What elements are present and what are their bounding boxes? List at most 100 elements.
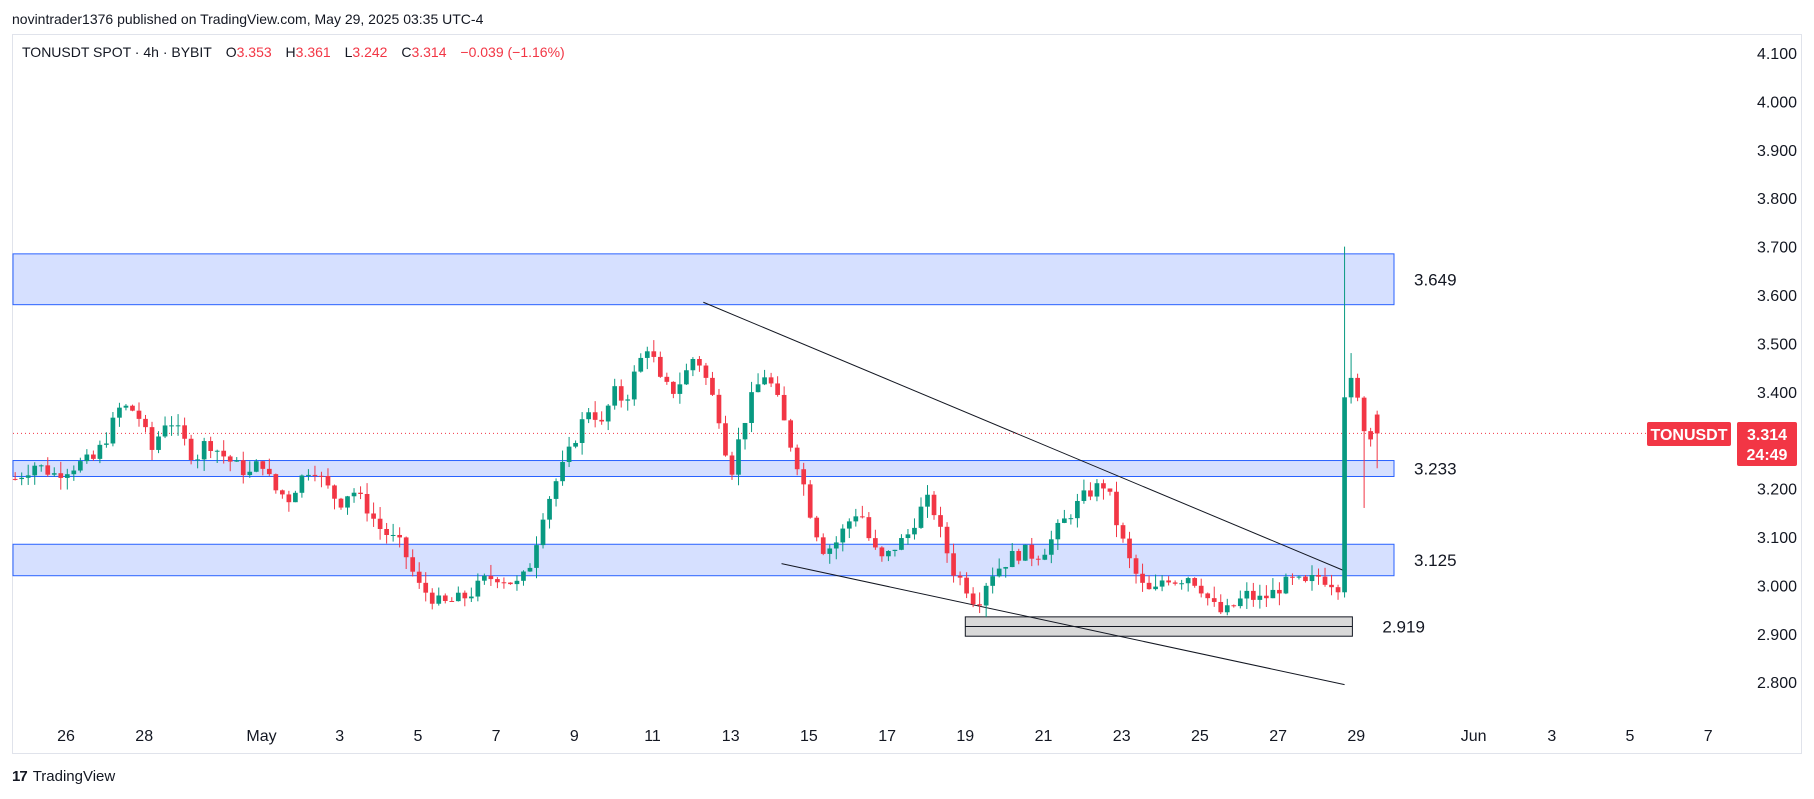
candle[interactable]: [149, 421, 155, 461]
candle[interactable]: [742, 422, 748, 450]
candle[interactable]: [1355, 373, 1360, 402]
candle[interactable]: [1231, 604, 1237, 608]
candle[interactable]: [110, 411, 116, 447]
candle[interactable]: [970, 587, 976, 608]
candle[interactable]: [1185, 576, 1191, 592]
candle[interactable]: [553, 478, 559, 507]
candle[interactable]: [188, 434, 194, 465]
candle[interactable]: [918, 497, 924, 529]
candle[interactable]: [1277, 582, 1282, 606]
candle[interactable]: [501, 577, 507, 589]
candle[interactable]: [1094, 479, 1100, 502]
candle[interactable]: [1244, 582, 1250, 610]
candle[interactable]: [143, 414, 148, 433]
candle[interactable]: [859, 505, 865, 519]
candle[interactable]: [631, 365, 637, 406]
candle[interactable]: [104, 432, 109, 448]
candle[interactable]: [77, 457, 83, 473]
candle[interactable]: [364, 483, 370, 522]
candle[interactable]: [853, 508, 859, 527]
candle[interactable]: [1218, 594, 1224, 615]
candle[interactable]: [912, 518, 917, 540]
candle[interactable]: [657, 351, 663, 378]
candle[interactable]: [1146, 575, 1152, 590]
candle[interactable]: [1198, 578, 1204, 598]
candle[interactable]: [644, 346, 650, 370]
candle[interactable]: [332, 484, 337, 510]
candle[interactable]: [91, 450, 96, 461]
candle[interactable]: [273, 473, 279, 494]
candle[interactable]: [560, 450, 565, 486]
candle[interactable]: [156, 431, 161, 454]
candle[interactable]: [925, 485, 930, 518]
candle[interactable]: [599, 411, 605, 425]
candle[interactable]: [983, 582, 989, 617]
candle[interactable]: [664, 372, 670, 385]
candle[interactable]: [1075, 493, 1080, 528]
candle[interactable]: [130, 404, 135, 412]
candle[interactable]: [547, 496, 552, 529]
candle[interactable]: [977, 592, 982, 614]
candle[interactable]: [338, 497, 344, 510]
candle[interactable]: [1179, 579, 1184, 590]
candle[interactable]: [638, 353, 644, 373]
candle[interactable]: [1159, 575, 1165, 592]
candle[interactable]: [684, 363, 689, 385]
candle[interactable]: [651, 340, 657, 363]
zone-support-1[interactable]: [12, 460, 1395, 478]
candle[interactable]: [377, 507, 383, 540]
candle[interactable]: [1329, 574, 1334, 596]
candle[interactable]: [592, 401, 598, 428]
candle[interactable]: [1374, 410, 1380, 469]
candle[interactable]: [175, 414, 181, 436]
candle[interactable]: [710, 371, 715, 396]
candle[interactable]: [938, 506, 943, 538]
candle[interactable]: [1257, 584, 1263, 609]
candle[interactable]: [846, 518, 852, 539]
candle[interactable]: [788, 418, 793, 452]
candle[interactable]: [442, 593, 448, 604]
candle[interactable]: [762, 369, 767, 386]
candle[interactable]: [1022, 544, 1028, 561]
candle[interactable]: [1368, 427, 1373, 447]
candle[interactable]: [1250, 582, 1256, 607]
candle[interactable]: [1348, 353, 1354, 404]
candle[interactable]: [455, 586, 461, 602]
candle[interactable]: [1270, 578, 1276, 599]
candle[interactable]: [671, 381, 676, 399]
candle[interactable]: [1283, 573, 1289, 595]
candle[interactable]: [462, 590, 468, 607]
candle[interactable]: [1361, 396, 1367, 508]
candle[interactable]: [1211, 586, 1217, 607]
candle[interactable]: [866, 512, 872, 541]
candle[interactable]: [573, 440, 578, 449]
candle[interactable]: [1192, 577, 1198, 588]
candle[interactable]: [351, 488, 357, 503]
candle[interactable]: [1101, 479, 1106, 500]
candle[interactable]: [390, 523, 396, 542]
candle[interactable]: [820, 533, 826, 556]
candle[interactable]: [814, 515, 820, 542]
candle[interactable]: [1114, 481, 1119, 538]
candle[interactable]: [781, 386, 787, 421]
candle[interactable]: [240, 451, 246, 484]
candle[interactable]: [579, 412, 585, 455]
candle[interactable]: [234, 457, 240, 462]
tradingview-logo[interactable]: 17 TradingView: [12, 768, 115, 785]
candle[interactable]: [384, 522, 389, 544]
candle[interactable]: [612, 378, 618, 410]
candle[interactable]: [697, 356, 702, 372]
candle[interactable]: [723, 415, 728, 457]
candle[interactable]: [436, 587, 442, 606]
candle[interactable]: [423, 572, 429, 602]
candle[interactable]: [749, 381, 754, 433]
candle[interactable]: [1107, 488, 1113, 496]
candle[interactable]: [280, 489, 285, 499]
candle[interactable]: [169, 416, 174, 436]
candle[interactable]: [514, 575, 520, 591]
candle[interactable]: [1133, 554, 1139, 584]
candle[interactable]: [677, 372, 683, 404]
candle[interactable]: [208, 436, 214, 459]
candlestick-chart[interactable]: 3.649 3.233 3.125 2.919 4.100 4.000 3.900 3.80…: [0, 0, 1814, 799]
candle[interactable]: [755, 373, 761, 393]
